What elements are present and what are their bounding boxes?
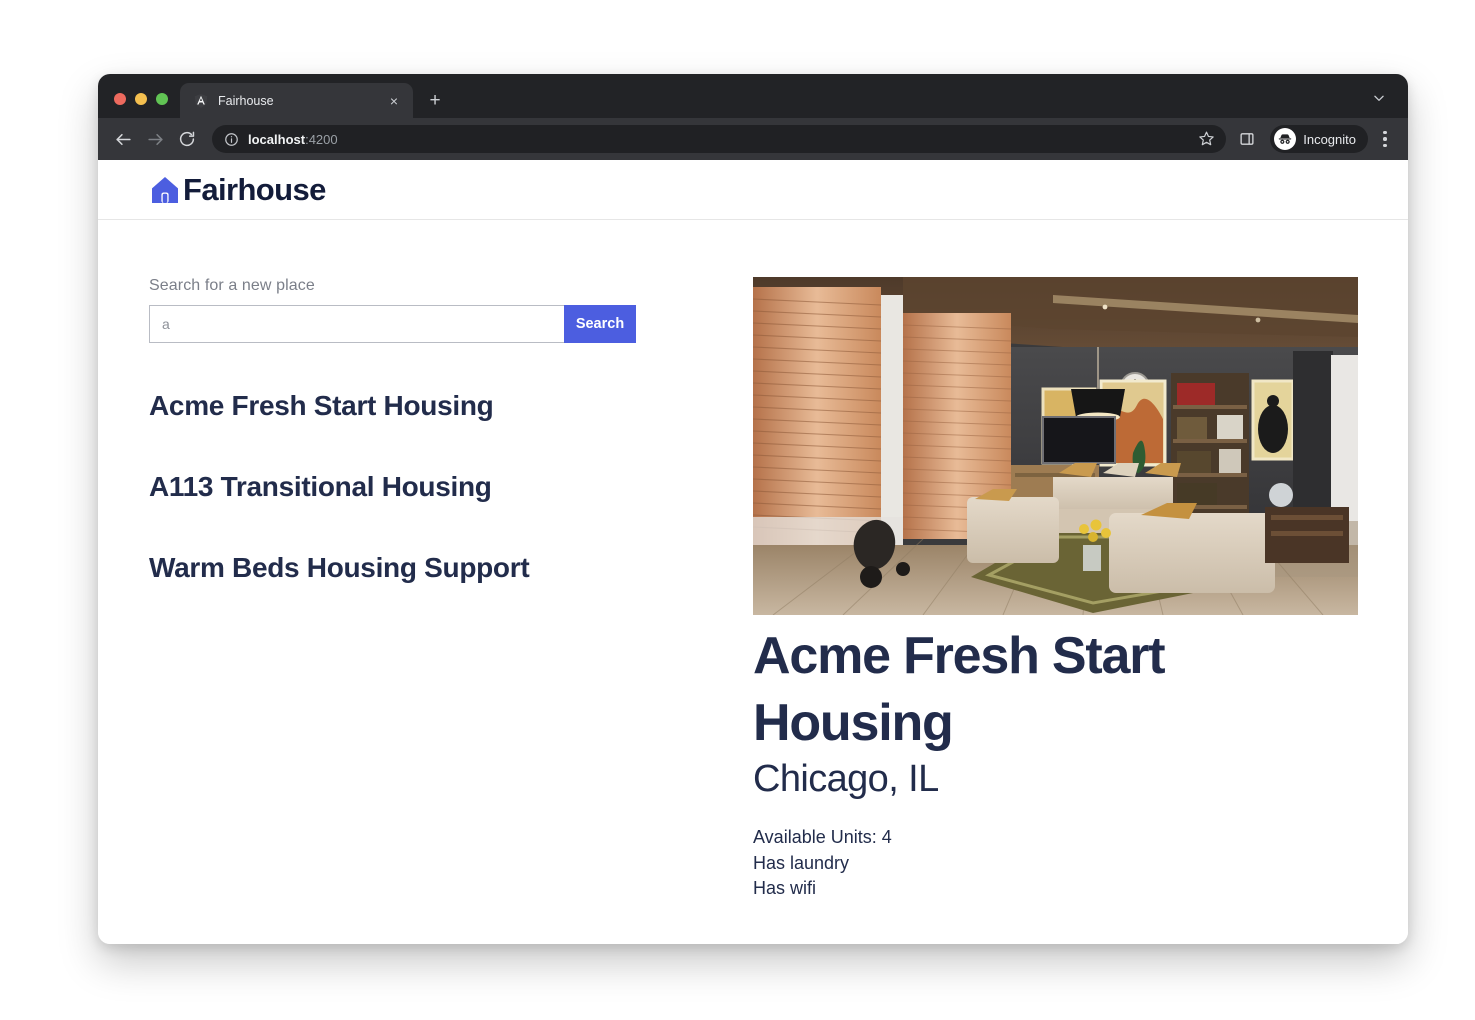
search-button[interactable]: Search [564, 305, 636, 343]
house-icon [149, 174, 181, 206]
maximize-window-button[interactable] [156, 93, 168, 105]
brand-home-link[interactable]: Fairhouse [149, 172, 326, 208]
site-header: Fairhouse [98, 160, 1408, 220]
back-arrow-icon[interactable] [108, 124, 138, 154]
url-port: :4200 [305, 131, 338, 147]
search-and-results-column: Search for a new place Search Acme Fresh… [149, 277, 749, 902]
kebab-menu-icon[interactable] [1372, 124, 1398, 154]
new-tab-button[interactable]: + [421, 86, 449, 114]
reload-icon[interactable] [172, 124, 202, 154]
housing-detail-column: Acme Fresh Start Housing Chicago, IL Ava… [749, 277, 1408, 902]
search-row: Search [149, 305, 636, 343]
feature-wifi: Has wifi [753, 878, 817, 899]
close-window-button[interactable] [114, 93, 126, 105]
forward-arrow-icon[interactable] [140, 124, 170, 154]
incognito-label: Incognito [1303, 131, 1356, 147]
address-bar[interactable]: localhost:4200 [212, 125, 1227, 153]
browser-window: Fairhouse × + localhost:4200 Incognito F… [98, 74, 1408, 944]
brand-name: Fairhouse [183, 171, 326, 207]
housing-detail-name: Acme Fresh Start Housing [753, 627, 1166, 752]
angular-shield-icon [193, 93, 209, 109]
browser-tab[interactable]: Fairhouse × [180, 83, 413, 118]
living-room-photo [753, 277, 1358, 615]
housing-list-item[interactable]: Acme Fresh Start Housing [149, 390, 749, 422]
housing-detail-city: Chicago, IL [753, 758, 939, 801]
page-content: Search for a new place Search Acme Fresh… [98, 220, 1408, 902]
search-label: Search for a new place [149, 277, 315, 294]
url-text: localhost:4200 [248, 132, 1189, 147]
incognito-profile-chip[interactable]: Incognito [1270, 125, 1368, 153]
housing-list-item[interactable]: A113 Transitional Housing [149, 471, 749, 503]
star-icon[interactable] [1198, 130, 1216, 148]
feature-available-units: Available Units: 4 [753, 827, 892, 848]
window-controls [98, 93, 180, 118]
browser-toolbar: localhost:4200 Incognito [98, 118, 1408, 160]
feature-laundry: Has laundry [753, 852, 850, 873]
close-tab-button[interactable]: × [385, 92, 403, 110]
minimize-window-button[interactable] [135, 93, 147, 105]
incognito-icon [1274, 128, 1297, 150]
url-host: localhost [248, 131, 306, 147]
search-input[interactable] [149, 305, 564, 343]
tab-strip: Fairhouse × + [98, 74, 1408, 118]
side-panel-icon[interactable] [1232, 124, 1262, 154]
chevron-down-icon[interactable] [1368, 87, 1390, 109]
housing-list-item[interactable]: Warm Beds Housing Support [149, 552, 749, 584]
site-info-icon[interactable] [224, 132, 239, 147]
tab-title: Fairhouse [218, 93, 274, 108]
page-viewport: Fairhouse Search for a new place Search … [98, 160, 1408, 944]
housing-detail-features: Available Units: 4 Has laundry Has wifi [753, 825, 1408, 902]
housing-list: Acme Fresh Start Housing A113 Transition… [149, 390, 749, 584]
